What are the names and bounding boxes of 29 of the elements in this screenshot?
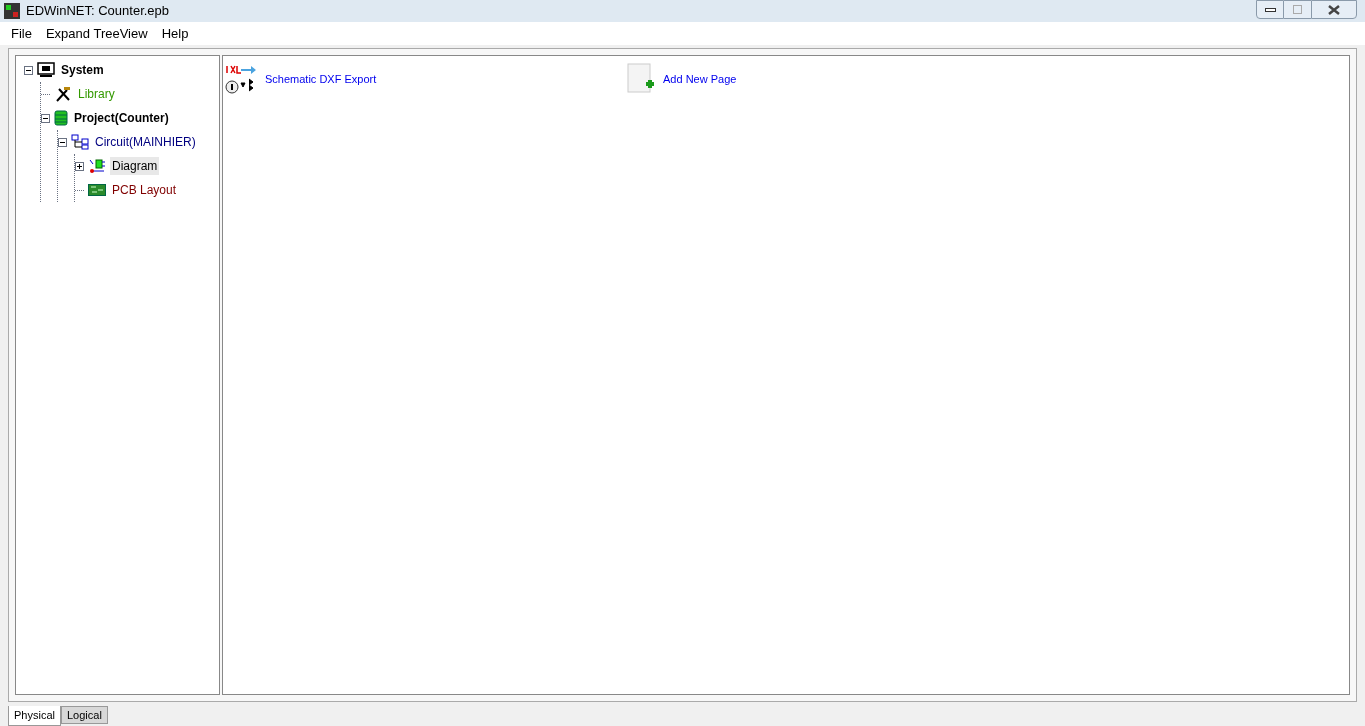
add-page-icon	[627, 63, 657, 95]
tab[interactable]: Logical	[60, 706, 108, 724]
minimize-button[interactable]	[1256, 0, 1284, 19]
menu-item[interactable]: Expand TreeView	[38, 23, 155, 44]
collapse-toggle[interactable]	[58, 137, 67, 147]
action-link[interactable]: Add New Page	[663, 70, 737, 88]
circuit-board-icon	[88, 184, 106, 196]
tree-item[interactable]: System	[59, 61, 106, 79]
collapse-toggle[interactable]	[24, 65, 33, 75]
close-icon	[1328, 4, 1340, 15]
action-link[interactable]: Schematic DXF Export	[265, 70, 377, 88]
menu-item[interactable]: Help	[154, 23, 196, 44]
tree-item[interactable]: Diagram	[110, 157, 160, 175]
tree-item[interactable]: PCB Layout	[110, 181, 179, 199]
tools-icon	[54, 86, 72, 102]
tree-item[interactable]: Library	[76, 85, 117, 103]
tab[interactable]: Physical	[8, 706, 61, 726]
window-title: EDWinNET: Counter.epb	[26, 2, 170, 21]
expand-toggle[interactable]	[75, 161, 84, 171]
stack-icon	[54, 110, 68, 126]
app-icon	[4, 3, 20, 19]
menu-item[interactable]: File	[4, 23, 39, 44]
tree-item[interactable]: Project(Counter)	[72, 109, 171, 127]
hierarchy-icon	[71, 134, 89, 150]
close-button[interactable]	[1311, 0, 1357, 19]
tree-item[interactable]: Circuit(MAINHIER)	[93, 133, 198, 151]
schematic-icon	[88, 158, 106, 174]
collapse-toggle[interactable]	[41, 113, 50, 123]
monitor-icon	[37, 62, 55, 78]
